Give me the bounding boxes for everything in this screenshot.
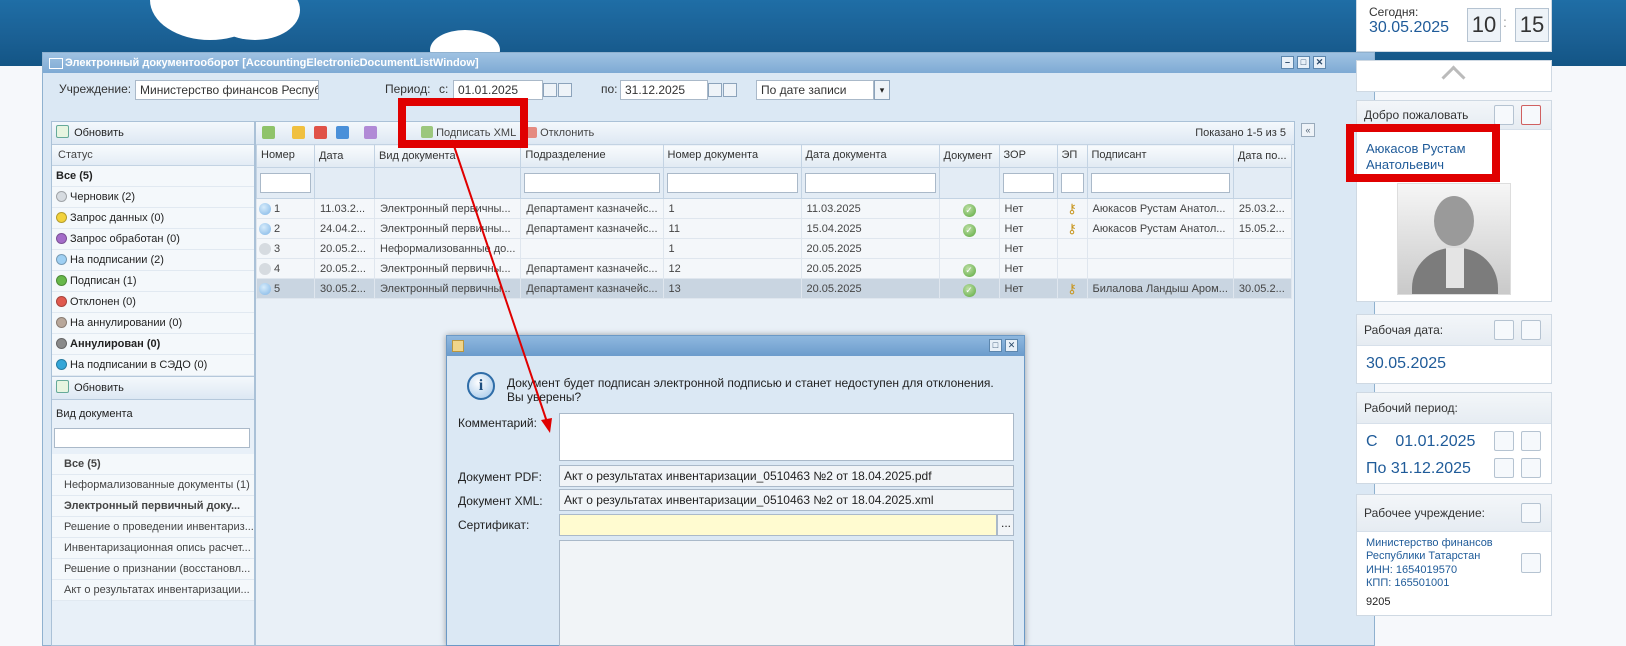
list-icon[interactable] — [1521, 503, 1541, 523]
period-to-value: По 31.12.2025 — [1366, 460, 1471, 477]
inst-inn: ИНН: 1654019570 — [1366, 564, 1458, 576]
period-from-value: С 01.01.2025 — [1366, 433, 1476, 450]
today-card: Сегодня: 30.05.2025 10 : 15 — [1356, 0, 1552, 52]
clock-separator: : — [1503, 14, 1507, 30]
user-name-highlight — [1346, 124, 1500, 182]
period-to-apply-icon[interactable] — [1521, 458, 1541, 478]
inst-name[interactable]: Министерство финансов Республики Татарст… — [1366, 537, 1506, 563]
period-to-calendar-icon[interactable] — [1494, 458, 1514, 478]
work-inst-label: Рабочее учреждение: — [1364, 506, 1486, 520]
inst-kpp: КПП: 165501001 — [1366, 577, 1450, 589]
period-from-calendar-icon[interactable] — [1494, 431, 1514, 451]
work-date-value: 30.05.2025 — [1366, 355, 1447, 372]
inst-code: 9205 — [1366, 596, 1391, 608]
work-inst-card: Рабочее учреждение: Министерство финансо… — [1356, 494, 1552, 616]
welcome-label: Добро пожаловать — [1364, 108, 1469, 122]
logout-icon[interactable] — [1521, 105, 1541, 125]
period-from-apply-icon[interactable] — [1521, 431, 1541, 451]
collapse-card[interactable] — [1356, 60, 1552, 92]
chevron-up-icon[interactable] — [1441, 65, 1466, 90]
clock-hour: 10 — [1467, 8, 1501, 42]
clock-minute: 15 — [1515, 8, 1549, 42]
work-date-card: Рабочая дата: 30.05.2025 — [1356, 314, 1552, 384]
work-period-card: Рабочий период: С 01.01.2025 По 31.12.20… — [1356, 392, 1552, 484]
right-sidebar: Сегодня: 30.05.2025 10 : 15 Добро пожало… — [1356, 0, 1554, 646]
today-label: Сегодня: — [1369, 5, 1419, 19]
gear-icon[interactable] — [1494, 105, 1514, 125]
apply-date-icon[interactable] — [1521, 320, 1541, 340]
gear-icon[interactable] — [1521, 553, 1541, 573]
avatar — [1397, 183, 1511, 295]
calendar-icon[interactable] — [1494, 320, 1514, 340]
work-period-label: Рабочий период: — [1364, 401, 1458, 415]
sign-xml-highlight — [398, 98, 528, 148]
work-date-label: Рабочая дата: — [1364, 323, 1444, 337]
today-value: 30.05.2025 — [1369, 19, 1450, 36]
